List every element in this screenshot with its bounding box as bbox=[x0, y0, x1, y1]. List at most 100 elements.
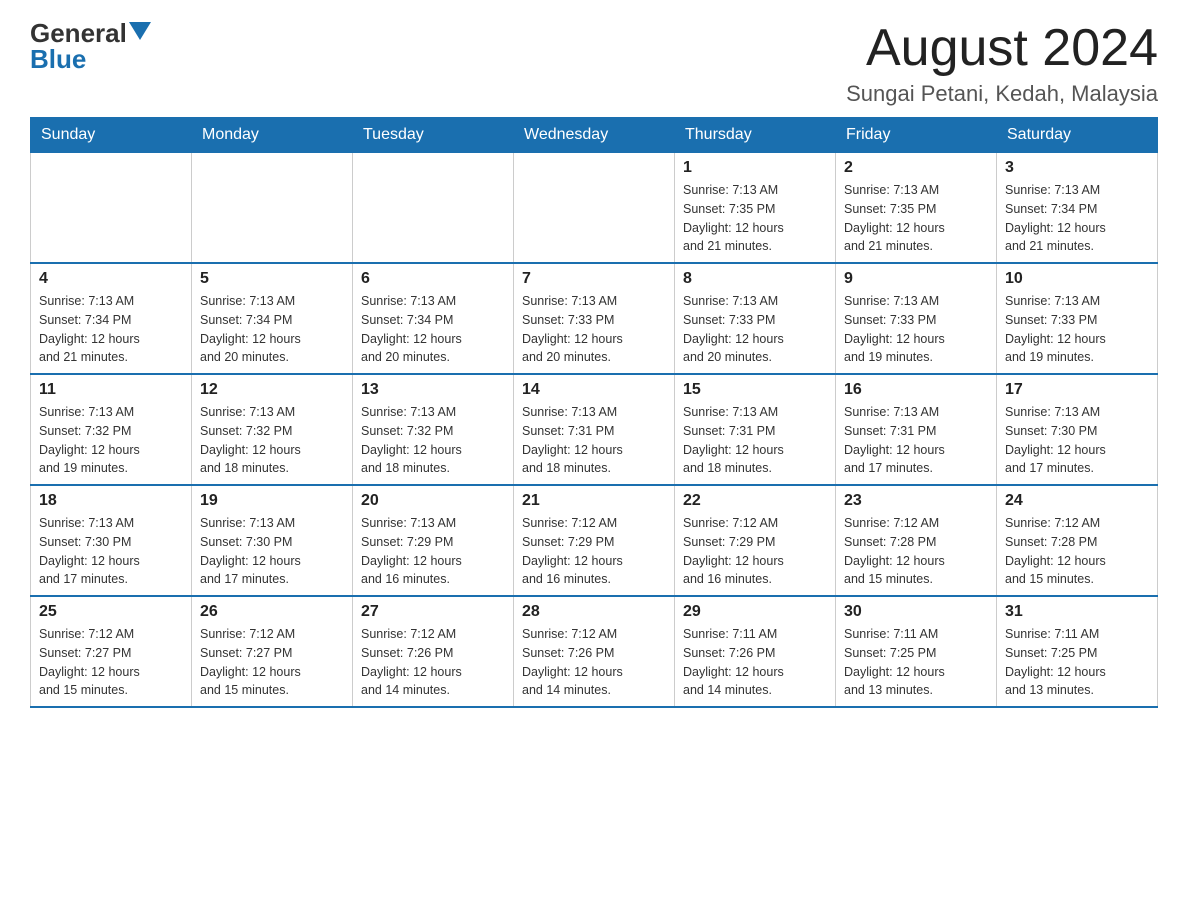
calendar-cell: 4 Sunrise: 7:13 AM Sunset: 7:34 PM Daylig… bbox=[31, 263, 192, 374]
day-info: Sunrise: 7:13 AM Sunset: 7:34 PM Dayligh… bbox=[39, 292, 183, 367]
calendar-cell: 1 Sunrise: 7:13 AM Sunset: 7:35 PM Daylig… bbox=[675, 153, 836, 264]
day-number: 4 bbox=[39, 270, 183, 288]
calendar-cell: 14 Sunrise: 7:13 AM Sunset: 7:31 PM Dayli… bbox=[514, 374, 675, 485]
calendar-cell: 27 Sunrise: 7:12 AM Sunset: 7:26 PM Dayli… bbox=[353, 596, 514, 707]
calendar-cell: 7 Sunrise: 7:13 AM Sunset: 7:33 PM Daylig… bbox=[514, 263, 675, 374]
day-info: Sunrise: 7:13 AM Sunset: 7:32 PM Dayligh… bbox=[361, 403, 505, 478]
day-header-tuesday: Tuesday bbox=[353, 118, 514, 153]
week-row-1: 1 Sunrise: 7:13 AM Sunset: 7:35 PM Daylig… bbox=[31, 153, 1158, 264]
day-info: Sunrise: 7:12 AM Sunset: 7:27 PM Dayligh… bbox=[200, 625, 344, 700]
day-number: 14 bbox=[522, 381, 666, 399]
day-number: 19 bbox=[200, 492, 344, 510]
day-number: 31 bbox=[1005, 603, 1149, 621]
calendar-cell bbox=[353, 153, 514, 264]
day-info: Sunrise: 7:13 AM Sunset: 7:31 PM Dayligh… bbox=[522, 403, 666, 478]
day-info: Sunrise: 7:13 AM Sunset: 7:32 PM Dayligh… bbox=[39, 403, 183, 478]
day-number: 1 bbox=[683, 159, 827, 177]
calendar-cell: 12 Sunrise: 7:13 AM Sunset: 7:32 PM Dayli… bbox=[192, 374, 353, 485]
day-number: 24 bbox=[1005, 492, 1149, 510]
calendar-cell: 28 Sunrise: 7:12 AM Sunset: 7:26 PM Dayli… bbox=[514, 596, 675, 707]
calendar-cell: 31 Sunrise: 7:11 AM Sunset: 7:25 PM Dayli… bbox=[997, 596, 1158, 707]
day-number: 18 bbox=[39, 492, 183, 510]
calendar-cell: 16Sunrise: 7:13 AM Sunset: 7:31 PM Dayli… bbox=[836, 374, 997, 485]
day-info: Sunrise: 7:13 AM Sunset: 7:34 PM Dayligh… bbox=[1005, 181, 1149, 256]
calendar-cell: 26 Sunrise: 7:12 AM Sunset: 7:27 PM Dayli… bbox=[192, 596, 353, 707]
day-info: Sunrise: 7:12 AM Sunset: 7:26 PM Dayligh… bbox=[522, 625, 666, 700]
calendar-cell: 5 Sunrise: 7:13 AM Sunset: 7:34 PM Daylig… bbox=[192, 263, 353, 374]
day-info: Sunrise: 7:13 AM Sunset: 7:29 PM Dayligh… bbox=[361, 514, 505, 589]
day-info: Sunrise: 7:11 AM Sunset: 7:25 PM Dayligh… bbox=[1005, 625, 1149, 700]
day-header-thursday: Thursday bbox=[675, 118, 836, 153]
calendar-cell: 6Sunrise: 7:13 AM Sunset: 7:34 PM Daylig… bbox=[353, 263, 514, 374]
day-info: Sunrise: 7:12 AM Sunset: 7:28 PM Dayligh… bbox=[1005, 514, 1149, 589]
week-row-5: 25Sunrise: 7:12 AM Sunset: 7:27 PM Dayli… bbox=[31, 596, 1158, 707]
calendar-cell: 10Sunrise: 7:13 AM Sunset: 7:33 PM Dayli… bbox=[997, 263, 1158, 374]
calendar-cell bbox=[514, 153, 675, 264]
day-number: 29 bbox=[683, 603, 827, 621]
location-title: Sungai Petani, Kedah, Malaysia bbox=[846, 81, 1158, 107]
calendar-cell: 24 Sunrise: 7:12 AM Sunset: 7:28 PM Dayli… bbox=[997, 485, 1158, 596]
day-number: 28 bbox=[522, 603, 666, 621]
day-info: Sunrise: 7:12 AM Sunset: 7:29 PM Dayligh… bbox=[683, 514, 827, 589]
day-info: Sunrise: 7:13 AM Sunset: 7:35 PM Dayligh… bbox=[844, 181, 988, 256]
calendar-cell bbox=[31, 153, 192, 264]
day-number: 27 bbox=[361, 603, 505, 621]
day-number: 3 bbox=[1005, 159, 1149, 177]
calendar-cell: 3 Sunrise: 7:13 AM Sunset: 7:34 PM Daylig… bbox=[997, 153, 1158, 264]
day-number: 6 bbox=[361, 270, 505, 288]
calendar-cell: 30Sunrise: 7:11 AM Sunset: 7:25 PM Dayli… bbox=[836, 596, 997, 707]
calendar-cell: 25Sunrise: 7:12 AM Sunset: 7:27 PM Dayli… bbox=[31, 596, 192, 707]
day-number: 16 bbox=[844, 381, 988, 399]
logo-blue-text: Blue bbox=[30, 46, 151, 72]
calendar-cell: 23Sunrise: 7:12 AM Sunset: 7:28 PM Dayli… bbox=[836, 485, 997, 596]
day-number: 2 bbox=[844, 159, 988, 177]
week-row-4: 18 Sunrise: 7:13 AM Sunset: 7:30 PM Dayli… bbox=[31, 485, 1158, 596]
day-header-friday: Friday bbox=[836, 118, 997, 153]
day-info: Sunrise: 7:12 AM Sunset: 7:29 PM Dayligh… bbox=[522, 514, 666, 589]
day-info: Sunrise: 7:11 AM Sunset: 7:26 PM Dayligh… bbox=[683, 625, 827, 700]
day-info: Sunrise: 7:13 AM Sunset: 7:32 PM Dayligh… bbox=[200, 403, 344, 478]
calendar-cell: 18Sunrise: 7:13 AM Sunset: 7:30 PM Dayli… bbox=[31, 485, 192, 596]
day-header-monday: Monday bbox=[192, 118, 353, 153]
day-info: Sunrise: 7:13 AM Sunset: 7:30 PM Dayligh… bbox=[200, 514, 344, 589]
calendar-cell: 21 Sunrise: 7:12 AM Sunset: 7:29 PM Dayli… bbox=[514, 485, 675, 596]
day-number: 26 bbox=[200, 603, 344, 621]
month-title: August 2024 bbox=[846, 20, 1158, 77]
week-row-3: 11 Sunrise: 7:13 AM Sunset: 7:32 PM Dayli… bbox=[31, 374, 1158, 485]
calendar-cell: 13Sunrise: 7:13 AM Sunset: 7:32 PM Dayli… bbox=[353, 374, 514, 485]
calendar-cell: 8Sunrise: 7:13 AM Sunset: 7:33 PM Daylig… bbox=[675, 263, 836, 374]
day-header-sunday: Sunday bbox=[31, 118, 192, 153]
calendar-cell: 29 Sunrise: 7:11 AM Sunset: 7:26 PM Dayli… bbox=[675, 596, 836, 707]
day-info: Sunrise: 7:13 AM Sunset: 7:33 PM Dayligh… bbox=[683, 292, 827, 367]
day-number: 22 bbox=[683, 492, 827, 510]
day-number: 15 bbox=[683, 381, 827, 399]
day-number: 23 bbox=[844, 492, 988, 510]
day-number: 30 bbox=[844, 603, 988, 621]
calendar-cell: 17Sunrise: 7:13 AM Sunset: 7:30 PM Dayli… bbox=[997, 374, 1158, 485]
day-info: Sunrise: 7:13 AM Sunset: 7:33 PM Dayligh… bbox=[522, 292, 666, 367]
day-info: Sunrise: 7:12 AM Sunset: 7:27 PM Dayligh… bbox=[39, 625, 183, 700]
day-number: 11 bbox=[39, 381, 183, 399]
day-number: 17 bbox=[1005, 381, 1149, 399]
day-info: Sunrise: 7:13 AM Sunset: 7:34 PM Dayligh… bbox=[200, 292, 344, 367]
calendar-cell: 15 Sunrise: 7:13 AM Sunset: 7:31 PM Dayli… bbox=[675, 374, 836, 485]
days-header-row: SundayMondayTuesdayWednesdayThursdayFrid… bbox=[31, 118, 1158, 153]
day-info: Sunrise: 7:13 AM Sunset: 7:31 PM Dayligh… bbox=[683, 403, 827, 478]
calendar-cell: 22 Sunrise: 7:12 AM Sunset: 7:29 PM Dayli… bbox=[675, 485, 836, 596]
calendar-cell: 19 Sunrise: 7:13 AM Sunset: 7:30 PM Dayli… bbox=[192, 485, 353, 596]
day-number: 7 bbox=[522, 270, 666, 288]
title-area: August 2024 Sungai Petani, Kedah, Malays… bbox=[846, 20, 1158, 107]
day-info: Sunrise: 7:12 AM Sunset: 7:26 PM Dayligh… bbox=[361, 625, 505, 700]
calendar-table: SundayMondayTuesdayWednesdayThursdayFrid… bbox=[30, 117, 1158, 708]
day-number: 9 bbox=[844, 270, 988, 288]
logo: General Blue bbox=[30, 20, 151, 72]
week-row-2: 4 Sunrise: 7:13 AM Sunset: 7:34 PM Daylig… bbox=[31, 263, 1158, 374]
day-info: Sunrise: 7:13 AM Sunset: 7:33 PM Dayligh… bbox=[1005, 292, 1149, 367]
day-number: 20 bbox=[361, 492, 505, 510]
day-number: 12 bbox=[200, 381, 344, 399]
day-number: 21 bbox=[522, 492, 666, 510]
day-info: Sunrise: 7:13 AM Sunset: 7:35 PM Dayligh… bbox=[683, 181, 827, 256]
calendar-cell: 11 Sunrise: 7:13 AM Sunset: 7:32 PM Dayli… bbox=[31, 374, 192, 485]
header: General Blue August 2024 Sungai Petani, … bbox=[30, 20, 1158, 107]
day-number: 5 bbox=[200, 270, 344, 288]
